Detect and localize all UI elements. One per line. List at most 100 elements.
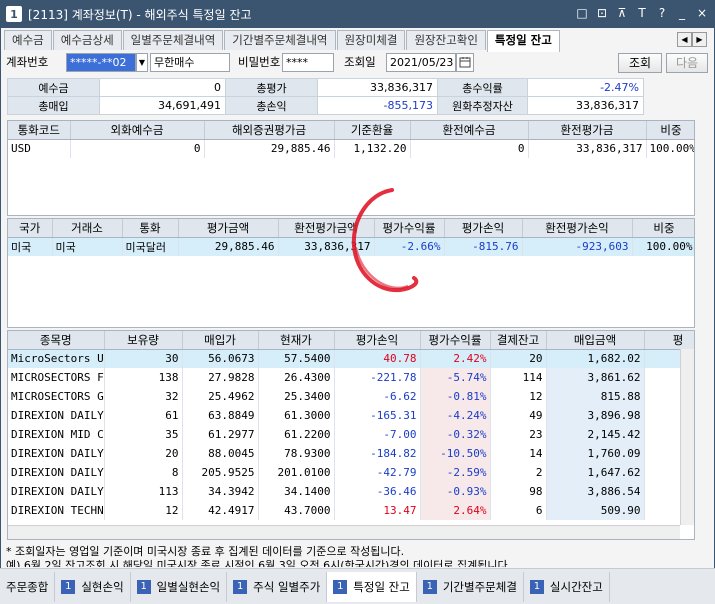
cell: 32	[104, 387, 183, 406]
tab-specific-date-balance[interactable]: 특정일 잔고	[486, 30, 560, 52]
tab-period-orders[interactable]: 기간별주문체결내역	[224, 30, 336, 50]
table-row[interactable]: MICROSECTORS FA 138 27.9828 26.4300 -221.78-…	[8, 368, 694, 387]
vertical-scrollbar[interactable]	[680, 349, 694, 525]
table-row[interactable]: DIREXION DAILY 20 88.0045 78.9300 -184.82 -10…	[8, 444, 694, 463]
col-header[interactable]: 평가금액	[178, 219, 279, 238]
col-header[interactable]: 기준환율	[334, 121, 411, 140]
col-header[interactable]: 평가손익	[334, 331, 421, 350]
cell: DIREXION DAILY	[8, 482, 105, 501]
window-number-icon: 1	[61, 579, 76, 594]
col-header[interactable]: 통화코드	[8, 121, 71, 140]
cell: MicroSectors U.	[8, 349, 105, 368]
table-row[interactable]: DIREXION MID CA 35 61.2977 61.2200 -7.00 -0.3…	[8, 425, 694, 444]
tab-ledger-balance[interactable]: 원장잔고확인	[406, 30, 486, 50]
summary-value: -855,173	[317, 96, 438, 115]
help-icon[interactable]: ?	[655, 6, 669, 20]
cell: 29,885.46	[178, 237, 279, 256]
taskbar-item[interactable]: 주문종합	[0, 571, 56, 602]
col-header[interactable]: 평가수익률	[420, 331, 491, 350]
table-row[interactable]: DIREXION TECHNO 12 42.4917 43.7000 13.47 2.64…	[8, 501, 694, 520]
window-tile-icon[interactable]: ⊡	[595, 6, 609, 20]
next-button[interactable]: 다음	[666, 53, 708, 73]
cell: MICROSECTORS FA	[8, 368, 105, 387]
font-size-icon[interactable]: T	[635, 6, 649, 20]
close-icon[interactable]: ×	[695, 6, 709, 20]
cell: -0.81%	[420, 387, 491, 406]
col-header[interactable]: 평	[644, 331, 694, 350]
summary-header: 총손익	[225, 96, 318, 115]
tab-next-icon[interactable]: ▶	[692, 32, 707, 47]
table-row[interactable]: DIREXION DAILY 61 63.8849 61.3000 -165.31 -4.…	[8, 406, 694, 425]
cell: -42.79	[334, 463, 421, 482]
date-field[interactable]: 2021/05/23	[386, 53, 456, 72]
col-header[interactable]: 보유량	[104, 331, 183, 350]
summary-header: 원화추정자산	[437, 96, 528, 115]
col-header[interactable]: 평가손익	[444, 219, 523, 238]
taskbar-item[interactable]: 1 일별실현손익	[131, 571, 228, 602]
calendar-icon[interactable]	[456, 53, 474, 72]
cell: 3,886.54	[546, 482, 645, 501]
col-header[interactable]: 국가	[8, 219, 53, 238]
window-title: [2113] 계좌정보(T) - 해외주식 특정일 잔고	[28, 7, 252, 22]
taskbar-item[interactable]: 1 기간별주문체결	[417, 571, 524, 602]
currency-header-row: 통화코드 외화예수금 해외증권평가금 기준환율 환전예수금 환전평가금 비중	[8, 121, 694, 140]
col-header[interactable]: 매입가	[182, 331, 259, 350]
cell: 98	[490, 482, 547, 501]
minimize-icon[interactable]: _	[675, 6, 689, 20]
taskbar-item[interactable]: 1 실시간잔고	[524, 571, 610, 602]
cell: 미국달러	[122, 237, 179, 256]
table-row[interactable]: MicroSectors U. 30 56.0673 57.5400 40.78 2.42…	[8, 349, 694, 368]
table-row[interactable]: MICROSECTORS GO 32 25.4962 25.3400 -6.62 -0.8…	[8, 387, 694, 406]
cell: -165.31	[334, 406, 421, 425]
cell: 6	[490, 501, 547, 520]
password-field[interactable]: ****	[282, 53, 334, 72]
summary-header: 총수익률	[437, 78, 528, 97]
col-header[interactable]: 종목명	[8, 331, 105, 350]
cell: 25.4962	[182, 387, 259, 406]
account-label: 계좌번호	[6, 55, 49, 69]
col-header[interactable]: 매입금액	[546, 331, 645, 350]
cell: 78.9300	[258, 444, 335, 463]
cell: 14	[490, 444, 547, 463]
col-header[interactable]: 비중	[632, 219, 694, 238]
col-header[interactable]: 현재가	[258, 331, 335, 350]
col-header[interactable]: 환전평가손익	[522, 219, 633, 238]
col-header[interactable]: 거래소	[52, 219, 123, 238]
cell: 34.3942	[182, 482, 259, 501]
taskbar-item[interactable]: 1 실현손익	[55, 571, 131, 602]
table-row[interactable]: USD 0 29,885.46 1,132.20 0 33,836,317 10…	[8, 139, 694, 158]
tab-daily-orders[interactable]: 일별주문체결내역	[122, 30, 224, 50]
stock-header-row: 종목명 보유량 매입가 현재가 평가손익 평가수익률 결제잔고 매입금액 평	[8, 331, 694, 350]
col-header[interactable]: 통화	[122, 219, 179, 238]
query-row: 계좌번호 *****-**02 ▼ 무한매수 비밀번호 **** 조회일 202…	[4, 52, 709, 74]
pin-icon[interactable]: ⊼	[615, 6, 629, 20]
table-row[interactable]: DIREXION DAILY 113 34.3942 34.1400 -36.46 -0.…	[8, 482, 694, 501]
tab-deposit-detail[interactable]: 예수금상세	[52, 30, 122, 50]
col-header[interactable]: 외화예수금	[70, 121, 205, 140]
search-button[interactable]: 조회	[618, 53, 662, 73]
date-label: 조회일	[344, 55, 376, 69]
tab-unfilled[interactable]: 원장미체결	[336, 30, 406, 50]
summary-value: 0	[99, 78, 226, 97]
col-header[interactable]: 비중	[646, 121, 694, 140]
cell: -221.78	[334, 368, 421, 387]
account-dropdown-icon[interactable]: ▼	[136, 53, 148, 72]
horizontal-scrollbar[interactable]	[8, 525, 680, 539]
cell: 12	[490, 387, 547, 406]
col-header[interactable]: 환전평가금	[528, 121, 647, 140]
tab-bar: 예수금 예수금상세 일별주문체결내역 기간별주문체결내역 원장미체결 원장잔고확…	[4, 30, 561, 52]
window-restore-icon[interactable]: □	[575, 6, 589, 20]
account-number-field[interactable]: *****-**02	[66, 53, 136, 72]
cell: DIREXION DAILY	[8, 444, 105, 463]
tab-prev-icon[interactable]: ◀	[677, 32, 692, 47]
taskbar-item[interactable]: 1 주식 일별주가	[227, 571, 328, 602]
col-header[interactable]: 해외증권평가금	[204, 121, 335, 140]
col-header[interactable]: 환전예수금	[410, 121, 529, 140]
table-row[interactable]: DIREXION DAILY 8 205.9525 201.0100 -42.79 -2.…	[8, 463, 694, 482]
col-header[interactable]: 결제잔고	[490, 331, 547, 350]
taskbar-item[interactable]: 1 특정일 잔고	[327, 571, 417, 602]
tab-deposit[interactable]: 예수금	[4, 30, 52, 50]
cell: -36.46	[334, 482, 421, 501]
cell: -184.82	[334, 444, 421, 463]
taskbar-label: 실현손익	[81, 579, 124, 594]
